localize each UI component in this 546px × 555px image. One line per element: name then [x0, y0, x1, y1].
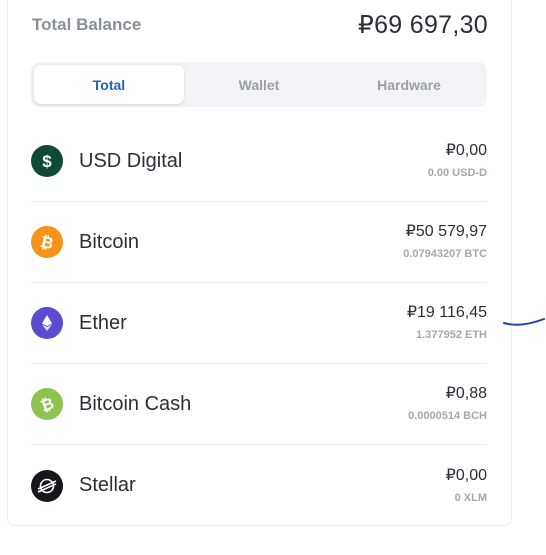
total-balance-row: Total Balance ₽69 697,30	[32, 8, 488, 42]
asset-list: $ USD Digital ₽0,00 0.00 USD-D ₿ Bitcoin…	[31, 121, 487, 526]
asset-row-bitcoin-cash[interactable]: ₿ Bitcoin Cash ₽0,88 0.0000514 BCH	[31, 364, 487, 445]
view-tabs: Total Wallet Hardware	[31, 62, 487, 107]
asset-fiat-value: ₽0,00	[445, 466, 487, 484]
svg-text:₿: ₿	[38, 394, 56, 414]
asset-row-usd-digital[interactable]: $ USD Digital ₽0,00 0.00 USD-D	[31, 121, 487, 202]
stellar-icon	[31, 469, 63, 502]
asset-name: USD Digital	[79, 149, 183, 172]
total-balance-label: Total Balance	[32, 15, 142, 34]
asset-row-ether[interactable]: Ether ₽19 116,45 1.377952 ETH	[31, 283, 487, 364]
asset-crypto-value: 1.377952 ETH	[416, 329, 487, 341]
ether-icon	[31, 307, 63, 339]
asset-crypto-value: 0.0000514 BCH	[408, 410, 487, 422]
asset-fiat-value: ₽0,88	[445, 385, 487, 402]
asset-fiat-value: ₽19 116,45	[406, 304, 487, 321]
asset-row-stellar[interactable]: Stellar ₽0,00 0 XLM	[31, 445, 487, 526]
asset-crypto-value: 0 XLM	[454, 491, 487, 504]
asset-fiat-value: ₽0,00	[445, 142, 487, 159]
asset-name: Ether	[79, 311, 127, 334]
bitcoin-icon: ₿	[31, 226, 63, 258]
pen-annotation-mark	[503, 318, 545, 326]
svg-text:$: $	[42, 152, 52, 171]
asset-name: Bitcoin	[79, 230, 140, 253]
asset-fiat-value: ₽50 579,97	[405, 223, 487, 240]
asset-name: Stellar	[79, 474, 136, 496]
svg-text:₿: ₿	[39, 233, 56, 252]
tab-hardware[interactable]: Hardware	[334, 65, 484, 104]
asset-crypto-value: 0.07943207 BTC	[403, 248, 487, 260]
tab-total[interactable]: Total	[34, 65, 184, 104]
asset-name: Bitcoin Cash	[79, 392, 192, 415]
asset-crypto-value: 0.00 USD-D	[427, 167, 487, 179]
total-balance-value: ₽69 697,30	[357, 11, 488, 39]
usd-digital-icon: $	[31, 145, 63, 177]
asset-row-bitcoin[interactable]: ₿ Bitcoin ₽50 579,97 0.07943207 BTC	[31, 202, 487, 283]
bitcoin-cash-icon: ₿	[31, 388, 63, 420]
tab-wallet[interactable]: Wallet	[184, 65, 334, 104]
